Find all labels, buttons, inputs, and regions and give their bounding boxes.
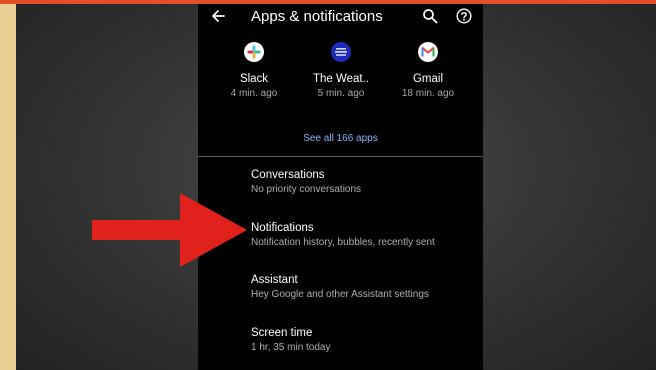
menu-item-title: Screen time: [251, 327, 313, 339]
menu-item-title: Assistant: [251, 274, 298, 286]
menu-item-subtitle: Notification history, bubbles, recently …: [251, 237, 435, 248]
video-frame: Apps & notifications Slack 4 min. ago Th…: [0, 0, 656, 370]
recent-app-weather[interactable]: The Weat.. 5 min. ago: [296, 42, 386, 99]
weather-channel-icon: [331, 42, 351, 62]
menu-item-notifications[interactable]: Notifications Notification history, bubb…: [251, 222, 476, 248]
menu-item-subtitle: No priority conversations: [251, 184, 362, 195]
menu-item-assistant[interactable]: Assistant Hey Google and other Assistant…: [251, 274, 476, 300]
app-name: Slack: [239, 73, 269, 85]
app-bar: Apps & notifications: [198, 4, 483, 32]
menu-item-screen-time[interactable]: Screen time 1 hr, 35 min today: [251, 327, 476, 353]
back-arrow-icon[interactable]: [210, 6, 226, 26]
recent-app-gmail[interactable]: Gmail 18 min. ago: [383, 42, 473, 99]
app-last-used: 4 min. ago: [230, 88, 278, 99]
red-arrow-pointer: [92, 193, 247, 267]
app-last-used: 18 min. ago: [401, 88, 455, 99]
section-divider: [198, 156, 483, 157]
app-name: Gmail: [412, 73, 444, 85]
menu-item-title: Notifications: [251, 222, 314, 234]
gmail-icon: [418, 42, 438, 62]
see-all-apps-link[interactable]: See all 166 apps: [198, 133, 483, 144]
page-title: Apps & notifications: [251, 8, 383, 25]
menu-item-title: Conversations: [251, 169, 325, 181]
help-icon[interactable]: [456, 8, 472, 24]
search-icon[interactable]: [422, 8, 438, 24]
app-last-used: 5 min. ago: [317, 88, 365, 99]
app-name: The Weat..: [312, 73, 370, 85]
menu-item-subtitle: Hey Google and other Assistant settings: [251, 289, 429, 300]
menu-item-subtitle: 1 hr, 35 min today: [251, 342, 331, 353]
recent-app-slack[interactable]: Slack 4 min. ago: [209, 42, 299, 99]
menu-item-conversations[interactable]: Conversations No priority conversations: [251, 169, 476, 195]
phone-screen: Apps & notifications Slack 4 min. ago Th…: [198, 4, 483, 370]
slack-icon: [244, 42, 264, 62]
